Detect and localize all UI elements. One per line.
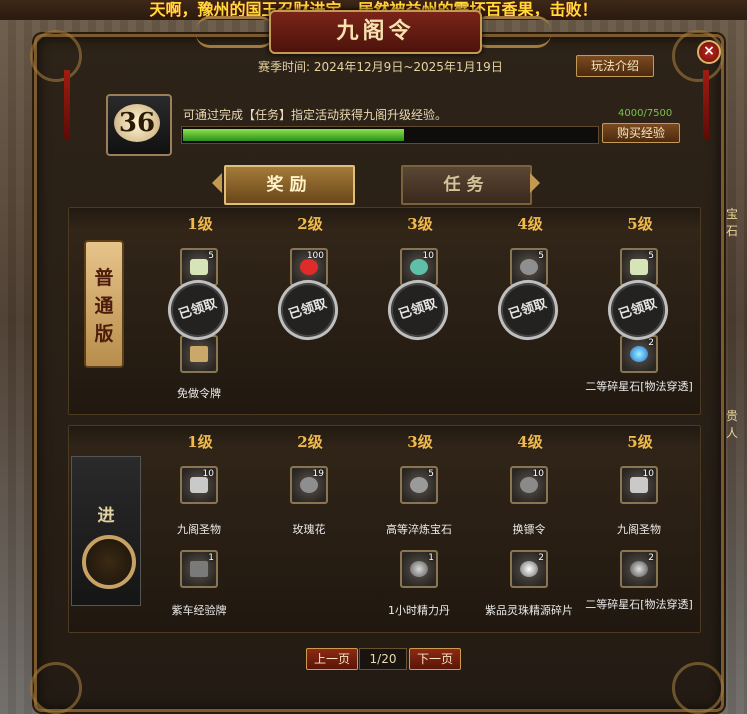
next-page-button[interactable]: 下一页 [409,648,461,670]
plaque-icon [190,561,208,577]
background-label: 贵人 [726,409,739,440]
pill-icon [410,561,428,577]
scroll-icon [630,477,648,493]
corner-ornament [30,662,82,714]
token-icon [520,477,538,493]
item-name: 紫品灵珠精源碎片 [485,604,573,617]
rose-icon [300,477,318,493]
prev-page-button[interactable]: 上一页 [306,648,358,670]
rules-button[interactable]: 玩法介绍 [576,55,654,77]
tab-arrow-left-icon [212,173,222,193]
badge-text: 进 [97,506,115,526]
tab-arrow-right-icon [530,173,540,193]
level-label: 2级 [297,433,323,451]
item-name: 1小时精力丹 [388,604,450,617]
reward-slot[interactable]: 19 [290,466,328,504]
item-name: 高等淬炼宝石 [386,523,452,536]
item-name: 二等碎星石[物法穿透] [585,598,693,611]
level-label: 4级 [517,215,543,233]
fan-icon [190,346,208,362]
level-label: 5级 [627,215,653,233]
normal-track-badge: 普通版 [84,240,124,368]
tab-tasks[interactable]: 任务 [401,165,532,205]
reward-slot[interactable]: 1 [400,550,438,588]
level-label: 5级 [627,433,653,451]
level-label: 3级 [407,433,433,451]
star-stone-icon [630,561,648,577]
lock-icon [82,535,136,589]
corner-ornament [30,30,82,82]
level-label: 4级 [517,433,543,451]
level-number: 36 [114,104,160,142]
season-label: 赛季时间: [258,60,311,74]
background-label: 宝石 [726,207,739,238]
tab-rewards[interactable]: 奖励 [224,165,355,205]
buy-exp-button[interactable]: 购买经验 [602,123,680,143]
level-label: 3级 [407,215,433,233]
reward-slot[interactable]: 10 [180,466,218,504]
reward-slot[interactable]: 2 [620,335,658,373]
reward-slot[interactable]: 2 [620,550,658,588]
reward-slot[interactable]: 5 [400,466,438,504]
reward-slot[interactable]: 2 [510,550,548,588]
season-time: 赛季时间: 2024年12月9日~2025年1月19日 [258,58,538,75]
level-label: 2级 [297,215,323,233]
exp-description: 可通过完成【任务】指定活动获得九阁升级经验。 [183,108,448,122]
scroll-icon [190,477,208,493]
item-name: 二等碎星石[物法穿透] [585,380,693,393]
exp-count: 4000/7500 [618,108,673,119]
jade-icon [410,259,428,275]
title-ornament [473,16,551,48]
exp-progress-bar [181,126,599,144]
badge-text: 普通版 [94,267,114,345]
tassel-ornament [64,70,70,140]
reward-slot[interactable]: 10 [510,466,548,504]
level-label: 1级 [187,215,213,233]
stone-icon [410,477,428,493]
reward-slot[interactable] [180,335,218,373]
scroll-icon [630,259,648,275]
red-potion-icon [300,259,318,275]
corner-ornament [672,662,724,714]
star-stone-icon [630,346,648,362]
page-indicator: 1/20 [359,648,407,670]
item-name: 九阁圣物 [617,523,661,536]
exp-progress-fill [183,129,404,141]
panel-title: 九阁令 [269,10,482,54]
close-icon[interactable]: × [697,40,721,64]
item-name: 免做令牌 [177,387,221,400]
item-name: 玫瑰花 [292,523,326,536]
item-name: 九阁圣物 [177,523,221,536]
orb-icon [520,561,538,577]
token-icon [520,259,538,275]
reward-slot[interactable]: 1 [180,550,218,588]
tassel-ornament [703,70,709,140]
item-name: 紫车经验牌 [171,604,227,617]
reward-slot[interactable]: 10 [620,466,658,504]
title-ornament [196,16,274,48]
level-label: 1级 [187,433,213,451]
scroll-icon [190,259,208,275]
season-range: 2024年12月9日~2025年1月19日 [313,60,503,74]
item-name: 换镖令 [512,523,546,536]
